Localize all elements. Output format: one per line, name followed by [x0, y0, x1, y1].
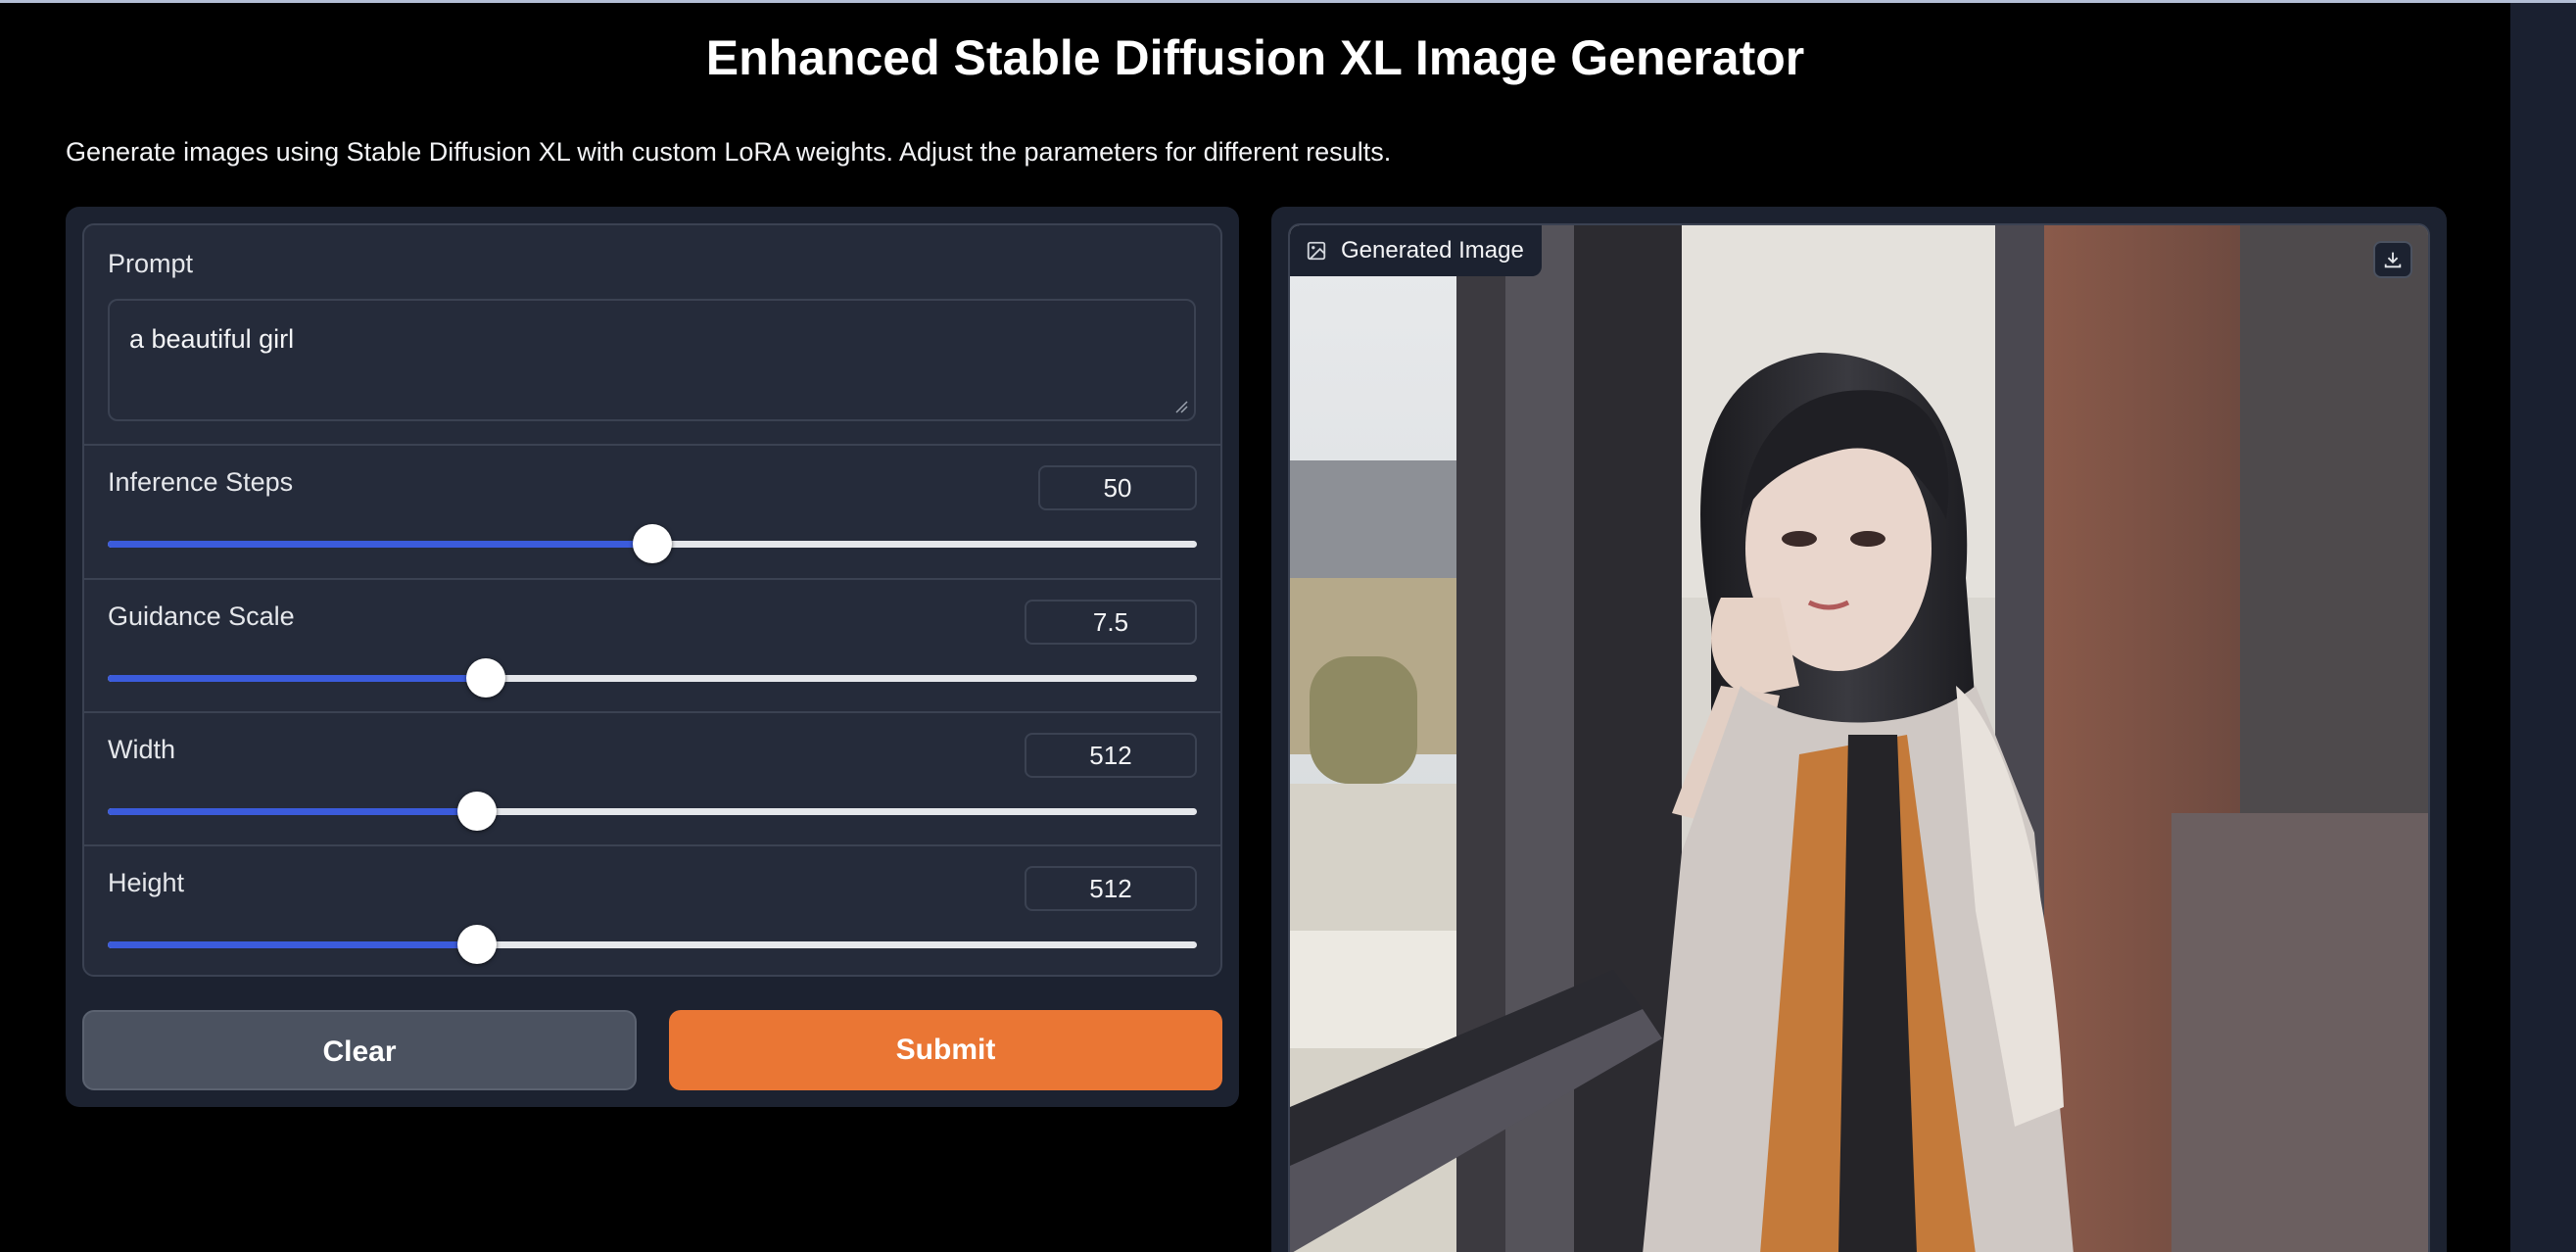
- clear-button[interactable]: Clear: [82, 1010, 637, 1090]
- inference-steps-block: Inference Steps 50: [84, 446, 1220, 580]
- width-number-input[interactable]: 512: [1025, 733, 1197, 778]
- height-slider[interactable]: [108, 925, 1197, 964]
- scrollbar-track[interactable]: [2510, 3, 2576, 1252]
- image-icon: [1307, 241, 1326, 261]
- parameters-form: Prompt Inference Steps 50 Guidance Scale…: [82, 223, 1222, 977]
- generated-image-container: Generated Image: [1288, 223, 2430, 1252]
- generated-image: [1290, 225, 2428, 1252]
- output-panel: Generated Image: [1271, 207, 2447, 1252]
- prompt-block: Prompt: [84, 225, 1220, 446]
- submit-button[interactable]: Submit: [669, 1010, 1222, 1090]
- inference-steps-slider[interactable]: [108, 524, 1197, 563]
- download-button[interactable]: [2373, 241, 2412, 278]
- slider-fill: [108, 541, 652, 548]
- generated-image-label-text: Generated Image: [1341, 237, 1524, 264]
- height-number-input[interactable]: 512: [1025, 866, 1197, 911]
- inference-steps-number-input[interactable]: 50: [1038, 465, 1197, 510]
- guidance-scale-label: Guidance Scale: [108, 602, 295, 631]
- slider-thumb[interactable]: [456, 792, 497, 831]
- top-border: [0, 0, 2576, 3]
- guidance-scale-number-input[interactable]: 7.5: [1025, 600, 1197, 645]
- guidance-scale-slider[interactable]: [108, 658, 1197, 698]
- inference-steps-label: Inference Steps: [108, 467, 294, 497]
- resize-handle-icon[interactable]: [1174, 400, 1188, 413]
- slider-thumb[interactable]: [456, 925, 497, 964]
- slider-fill: [108, 808, 477, 815]
- prompt-input[interactable]: [108, 299, 1196, 421]
- prompt-label: Prompt: [108, 249, 194, 278]
- page-title: Enhanced Stable Diffusion XL Image Gener…: [705, 30, 1805, 85]
- slider-thumb[interactable]: [465, 658, 505, 698]
- slider-fill: [108, 941, 477, 948]
- page-description: Generate images using Stable Diffusion X…: [66, 137, 1392, 167]
- width-label: Width: [108, 735, 176, 764]
- slider-thumb[interactable]: [633, 524, 672, 563]
- generated-image-label: Generated Image: [1290, 225, 1542, 276]
- height-label: Height: [108, 868, 185, 897]
- controls-panel: Prompt Inference Steps 50 Guidance Scale…: [66, 207, 1239, 1107]
- height-block: Height 512: [84, 846, 1220, 975]
- width-slider[interactable]: [108, 792, 1197, 831]
- download-icon: [2384, 252, 2402, 268]
- guidance-scale-block: Guidance Scale 7.5: [84, 580, 1220, 713]
- width-block: Width 512: [84, 713, 1220, 846]
- slider-fill: [108, 675, 486, 682]
